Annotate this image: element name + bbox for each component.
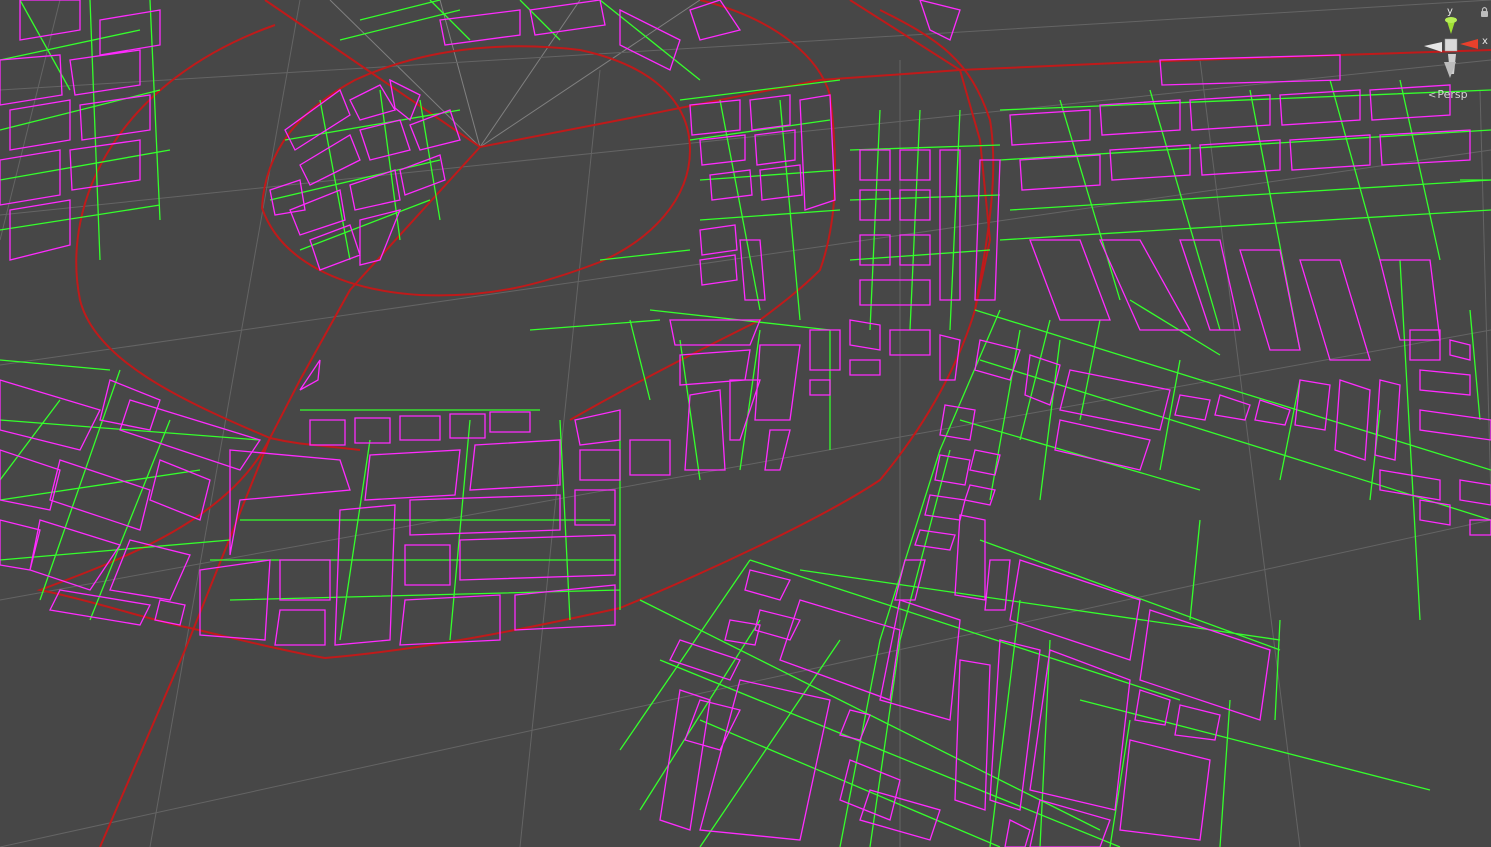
gizmo-center-cube[interactable] bbox=[1444, 38, 1458, 52]
projection-toggle[interactable]: <Persp bbox=[1428, 88, 1468, 101]
city-block-outlines bbox=[0, 0, 1491, 847]
axis-label-y: y bbox=[1447, 6, 1453, 17]
lock-icon[interactable] bbox=[1481, 6, 1488, 18]
chevron-left-icon: < bbox=[1428, 90, 1437, 101]
scene-canvas[interactable] bbox=[0, 0, 1491, 847]
gizmo-neg-x-axis[interactable] bbox=[1424, 42, 1442, 52]
gizmo-x-axis[interactable] bbox=[1460, 39, 1478, 49]
projection-label: Persp bbox=[1437, 88, 1468, 101]
scene-viewport[interactable]: y x <Persp bbox=[0, 0, 1491, 847]
axis-label-x: x bbox=[1482, 36, 1488, 47]
